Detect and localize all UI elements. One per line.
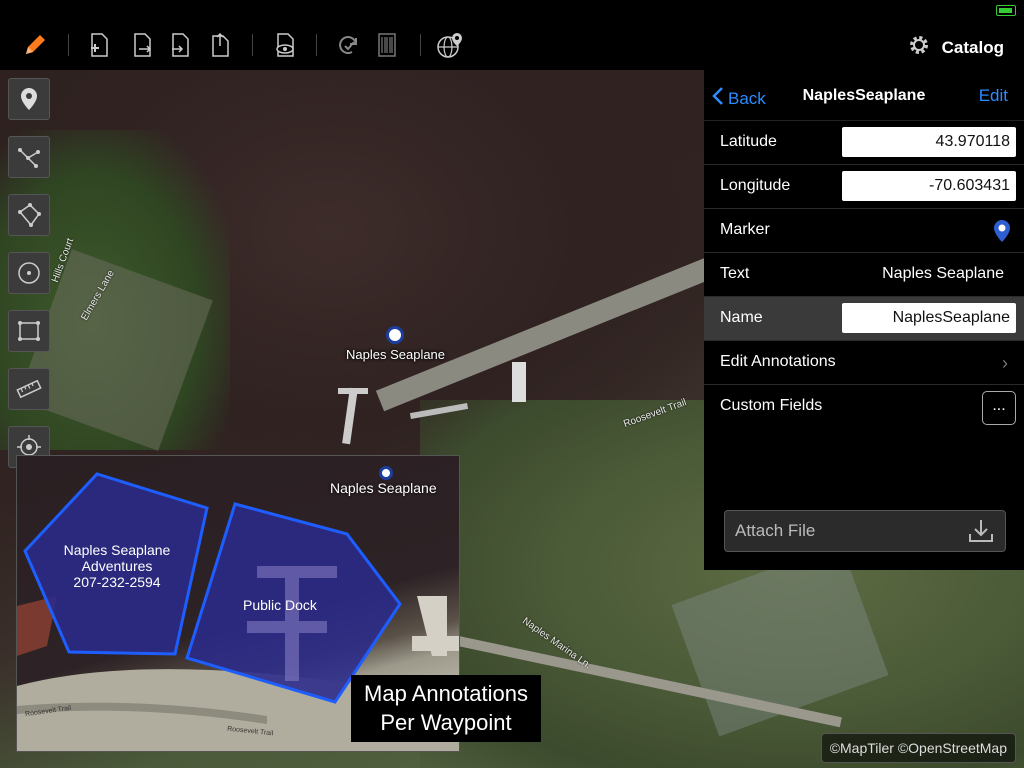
inset-waypoint-marker[interactable] bbox=[379, 466, 393, 480]
panel-title: NaplesSeaplane bbox=[802, 87, 926, 104]
add-waypoint-icon[interactable] bbox=[84, 30, 114, 60]
marker-tool-icon[interactable] bbox=[8, 78, 50, 120]
polygon-label-line: 207-232-2594 bbox=[73, 574, 161, 590]
pier bbox=[342, 387, 358, 445]
marker-pin-icon[interactable] bbox=[992, 219, 1012, 248]
inset-caption-line: Per Waypoint bbox=[380, 710, 512, 735]
polygon-label-line: Adventures bbox=[81, 558, 153, 574]
rectangle-tool-icon[interactable] bbox=[8, 310, 50, 352]
latitude-field[interactable] bbox=[842, 127, 1016, 157]
import-icon[interactable] bbox=[165, 30, 195, 60]
longitude-row: Longitude bbox=[704, 165, 1024, 209]
longitude-label: Longitude bbox=[720, 177, 791, 194]
waypoint-detail-panel: Back NaplesSeaplane Edit Latitude Longit… bbox=[704, 70, 1024, 570]
name-row: Name bbox=[704, 297, 1024, 341]
chevron-right-icon: › bbox=[1002, 353, 1008, 373]
gear-icon[interactable] bbox=[908, 34, 930, 61]
share-file-icon[interactable] bbox=[205, 30, 235, 60]
map-attribution[interactable]: ©MapTiler ©OpenStreetMap bbox=[820, 733, 1016, 763]
waypoint-label: Naples Seaplane bbox=[346, 347, 446, 362]
polyline-tool-icon[interactable] bbox=[8, 136, 50, 178]
marker-label: Marker bbox=[720, 221, 770, 238]
polygon-label-seaplane-adventures: Naples Seaplane Adventures 207-232-2594 bbox=[47, 542, 187, 590]
download-icon bbox=[967, 517, 995, 550]
catalog-button[interactable]: Catalog bbox=[908, 34, 1004, 61]
attach-file-label: Attach File bbox=[735, 521, 816, 540]
attach-file-button[interactable]: Attach File bbox=[724, 510, 1006, 552]
longitude-field[interactable] bbox=[842, 171, 1016, 201]
edit-button[interactable]: Edit bbox=[979, 86, 1008, 106]
name-label: Name bbox=[720, 309, 763, 326]
text-value: Naples Seaplane bbox=[882, 265, 1004, 282]
preview-icon[interactable] bbox=[270, 30, 300, 60]
inset-caption-line: Map Annotations bbox=[364, 681, 528, 706]
custom-fields-row: Custom Fields ... bbox=[704, 385, 1024, 428]
name-field[interactable] bbox=[842, 303, 1016, 333]
edit-annotations-label: Edit Annotations bbox=[720, 353, 836, 370]
edit-annotations-row[interactable]: Edit Annotations › bbox=[704, 341, 1024, 385]
pier bbox=[512, 362, 526, 402]
latitude-row: Latitude bbox=[704, 121, 1024, 165]
inset-waypoint-label: Naples Seaplane bbox=[330, 480, 437, 496]
export-icon[interactable] bbox=[127, 30, 157, 60]
waypoint-marker[interactable] bbox=[386, 326, 404, 344]
ruler-tool-icon[interactable] bbox=[8, 368, 50, 410]
battery-icon bbox=[996, 5, 1016, 16]
drawing-tools bbox=[8, 78, 50, 484]
catalog-label: Catalog bbox=[941, 37, 1004, 57]
marker-row[interactable]: Marker bbox=[704, 209, 1024, 253]
latitude-label: Latitude bbox=[720, 133, 777, 150]
polygon-label-public-dock: Public Dock bbox=[243, 597, 317, 613]
text-label: Text bbox=[720, 265, 750, 282]
text-row[interactable]: Text Naples Seaplane bbox=[704, 253, 1024, 297]
polygon-label-line: Naples Seaplane bbox=[63, 542, 171, 558]
sync-icon[interactable] bbox=[333, 30, 363, 60]
top-toolbar: Catalog bbox=[0, 0, 1024, 70]
barcode-icon[interactable] bbox=[372, 30, 402, 60]
circle-tool-icon[interactable] bbox=[8, 252, 50, 294]
globe-pin-icon[interactable] bbox=[436, 30, 466, 60]
custom-fields-button[interactable]: ... bbox=[982, 391, 1016, 425]
inset-caption: Map Annotations Per Waypoint bbox=[351, 675, 541, 742]
pencil-icon[interactable] bbox=[20, 30, 50, 60]
polygon-tool-icon[interactable] bbox=[8, 194, 50, 236]
custom-fields-label: Custom Fields bbox=[720, 397, 823, 414]
panel-header: Back NaplesSeaplane Edit bbox=[704, 70, 1024, 121]
